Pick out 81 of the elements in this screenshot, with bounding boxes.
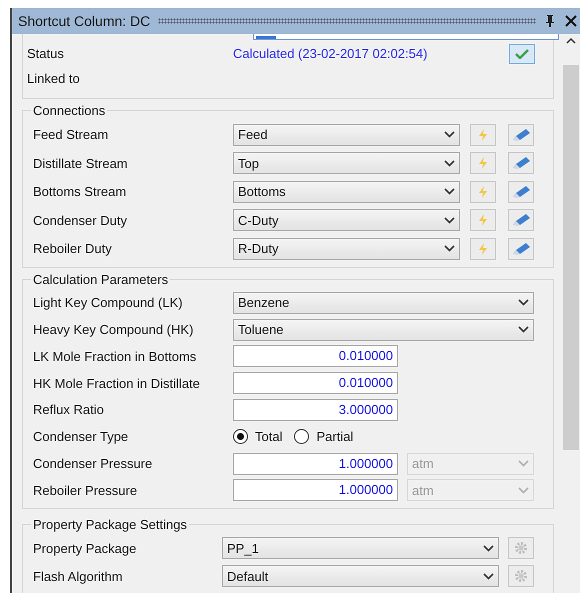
field-label: Flash Algorithm bbox=[32, 568, 124, 586]
status-text: Calculated (23-02-2017 02:02:54) bbox=[233, 45, 428, 64]
dropdown[interactable]: PP_1 bbox=[222, 537, 499, 560]
field-label: Condenser Pressure bbox=[32, 454, 154, 473]
pencil-icon bbox=[511, 213, 531, 228]
lightning-icon bbox=[477, 128, 489, 142]
pencil-icon bbox=[511, 184, 531, 199]
chevron-down-icon bbox=[444, 160, 455, 167]
field-label: Property Package bbox=[32, 540, 138, 558]
edit-button[interactable] bbox=[508, 180, 534, 203]
chevron-down-icon bbox=[518, 299, 529, 306]
edit-button[interactable] bbox=[508, 209, 534, 232]
field-label: Status bbox=[26, 45, 65, 64]
input-field[interactable]: 1.000000 bbox=[233, 479, 398, 502]
settings-button[interactable] bbox=[508, 565, 534, 588]
chevron-down-icon bbox=[444, 131, 455, 138]
field-label: Linked to bbox=[26, 70, 81, 88]
dropdown[interactable]: Toluene bbox=[233, 318, 534, 341]
field-label: Reboiler Duty bbox=[32, 240, 113, 258]
lightning-button[interactable] bbox=[470, 124, 496, 146]
field-label: Condenser Type bbox=[32, 428, 130, 446]
lightning-button[interactable] bbox=[470, 180, 496, 203]
pencil-icon bbox=[511, 242, 531, 256]
group-title: Calculation Parameters bbox=[32, 271, 170, 289]
dropdown[interactable]: R-Duty bbox=[233, 238, 460, 260]
field-label: HK Mole Fraction in Distillate bbox=[32, 374, 201, 393]
gear-icon bbox=[514, 569, 528, 584]
pencil-icon bbox=[511, 156, 531, 170]
field-label: Condenser Duty bbox=[32, 212, 128, 230]
gear-icon bbox=[514, 541, 528, 556]
edit-button[interactable] bbox=[508, 238, 534, 260]
dropdown[interactable]: Bottoms bbox=[233, 180, 460, 203]
text-selection bbox=[256, 36, 276, 39]
lightning-icon bbox=[477, 242, 489, 256]
chevron-down-icon bbox=[518, 460, 529, 468]
radio-button[interactable]: Total bbox=[233, 427, 282, 447]
dropdown[interactable]: Feed bbox=[233, 124, 460, 146]
input-field[interactable]: 1.000000 bbox=[233, 452, 398, 475]
scroll-up-icon[interactable] bbox=[566, 37, 576, 45]
lightning-button[interactable] bbox=[470, 209, 496, 232]
radio-button[interactable]: Partial bbox=[294, 427, 354, 447]
lightning-button[interactable] bbox=[470, 238, 496, 260]
field-label: Distillate Stream bbox=[32, 154, 129, 172]
dropdown[interactable]: Top bbox=[233, 152, 460, 174]
chevron-down-icon bbox=[518, 486, 529, 494]
chevron-down-icon bbox=[444, 216, 455, 224]
close-icon[interactable] bbox=[564, 14, 578, 28]
input-field[interactable]: 0.010000 bbox=[233, 345, 398, 368]
field-label: Reboiler Pressure bbox=[32, 482, 138, 500]
field-label: Feed Stream bbox=[32, 126, 110, 144]
scrollbar-thumb[interactable] bbox=[563, 65, 579, 450]
chevron-down-icon bbox=[483, 572, 494, 580]
lightning-icon bbox=[477, 156, 489, 170]
chevron-down-icon bbox=[518, 326, 529, 334]
panel-title: Shortcut Column: DC bbox=[18, 12, 150, 30]
chevron-down-icon bbox=[483, 544, 494, 552]
dropdown[interactable]: Benzene bbox=[233, 292, 534, 314]
edit-button[interactable] bbox=[508, 152, 534, 174]
lightning-button[interactable] bbox=[470, 152, 496, 174]
group-title: Property Package Settings bbox=[32, 516, 188, 534]
edit-button[interactable] bbox=[508, 124, 534, 146]
field-label: Heavy Key Compound (HK) bbox=[32, 320, 194, 339]
pencil-icon bbox=[511, 128, 531, 142]
group-title: Connections bbox=[32, 102, 106, 120]
dropdown[interactable]: C-Duty bbox=[233, 209, 460, 232]
check-icon bbox=[515, 49, 529, 59]
check-button[interactable] bbox=[509, 44, 535, 64]
field-label: Reflux Ratio bbox=[32, 401, 105, 420]
dropdown[interactable]: Default bbox=[222, 565, 499, 588]
chevron-down-icon bbox=[444, 245, 455, 252]
lightning-icon bbox=[477, 213, 489, 228]
input-field[interactable] bbox=[253, 34, 559, 40]
pin-icon[interactable] bbox=[544, 14, 556, 28]
field-label: Light Key Compound (LK) bbox=[32, 294, 184, 312]
lightning-icon bbox=[477, 184, 489, 199]
field-label: LK Mole Fraction in Bottoms bbox=[32, 348, 198, 366]
input-field[interactable]: 0.010000 bbox=[233, 372, 398, 394]
field-label: Bottoms Stream bbox=[32, 183, 128, 201]
input-field[interactable]: 3.000000 bbox=[233, 399, 398, 422]
settings-button[interactable] bbox=[508, 537, 534, 560]
chevron-down-icon bbox=[444, 188, 455, 196]
